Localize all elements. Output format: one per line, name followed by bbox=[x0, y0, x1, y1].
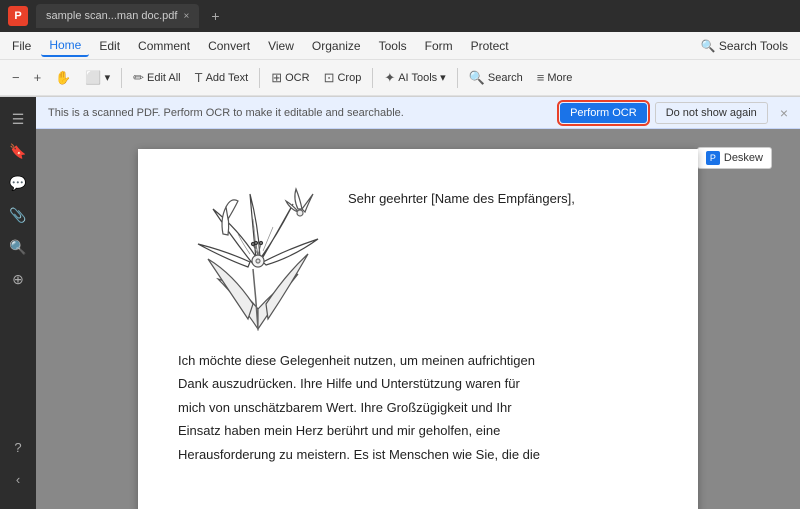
tab-label: sample scan...man doc.pdf bbox=[46, 10, 177, 22]
crop-label: Crop bbox=[337, 72, 361, 84]
hand-tool-button[interactable]: ✋ bbox=[49, 67, 77, 89]
ocr-icon: ⊞ bbox=[271, 70, 282, 86]
main-area: ☰ 🔖 💬 📎 🔍 ⊕ ? ‹ This is a scanned PDF. P… bbox=[0, 97, 800, 509]
sidebar-icon-collapse[interactable]: ‹ bbox=[4, 465, 32, 493]
sidebar-icon-attachment[interactable]: 📎 bbox=[4, 201, 32, 229]
sidebar-icon-search[interactable]: 🔍 bbox=[4, 233, 32, 261]
edit-all-button[interactable]: ✏ Edit All bbox=[127, 67, 187, 89]
ai-tools-label: AI Tools bbox=[398, 72, 437, 84]
ocr-button[interactable]: ⊞ OCR bbox=[265, 67, 315, 89]
menu-protect[interactable]: Protect bbox=[463, 36, 517, 56]
perform-ocr-button[interactable]: Perform OCR bbox=[560, 103, 647, 123]
menu-search-tools[interactable]: 🔍 Search Tools bbox=[693, 36, 796, 56]
ocr-notification-bar: This is a scanned PDF. Perform OCR to ma… bbox=[36, 97, 800, 129]
deskew-label: Deskew bbox=[724, 152, 763, 164]
actionbar: − + ✋ ⬜ ▾ ✏ Edit All T Add Text ⊞ OCR ⊡ … bbox=[0, 60, 800, 96]
left-sidebar: ☰ 🔖 💬 📎 🔍 ⊕ ? ‹ bbox=[0, 97, 36, 509]
menu-edit[interactable]: Edit bbox=[91, 36, 128, 56]
document-view[interactable]: P Deskew bbox=[36, 129, 800, 509]
more-icon: ≡ bbox=[537, 70, 545, 85]
new-tab-button[interactable]: + bbox=[211, 8, 219, 24]
sidebar-icon-bookmark[interactable]: 🔖 bbox=[4, 137, 32, 165]
menu-home[interactable]: Home bbox=[41, 35, 89, 57]
sidebar-icon-menu[interactable]: ☰ bbox=[4, 105, 32, 133]
para-1-line1: Ich möchte diese Gelegenheit nutzen, um … bbox=[178, 353, 535, 368]
browser-tab[interactable]: sample scan...man doc.pdf × bbox=[36, 4, 199, 28]
more-label: More bbox=[547, 72, 572, 84]
text-icon: T bbox=[195, 70, 203, 85]
zoom-in-button[interactable]: + bbox=[28, 67, 48, 88]
ai-icon: ✦ bbox=[384, 70, 395, 86]
tab-close-button[interactable]: × bbox=[183, 11, 189, 22]
sidebar-icon-help[interactable]: ? bbox=[4, 433, 32, 461]
flower-illustration bbox=[178, 179, 338, 339]
sidebar-icon-comment[interactable]: 💬 bbox=[4, 169, 32, 197]
menu-organize[interactable]: Organize bbox=[304, 36, 369, 56]
separator-3 bbox=[372, 68, 373, 88]
ocr-message: This is a scanned PDF. Perform OCR to ma… bbox=[48, 107, 552, 119]
edit-icon: ✏ bbox=[133, 70, 144, 86]
para-1-line5: Herausforderung zu meistern. Es ist Mens… bbox=[178, 447, 540, 462]
more-button[interactable]: ≡ More bbox=[531, 67, 579, 88]
menu-view[interactable]: View bbox=[260, 36, 302, 56]
menu-convert[interactable]: Convert bbox=[200, 36, 258, 56]
add-text-label: Add Text bbox=[206, 72, 249, 84]
edit-all-label: Edit All bbox=[147, 72, 181, 84]
para-1-line2: Dank auszudrücken. Ihre Hilfe und Unters… bbox=[178, 376, 520, 391]
menu-comment[interactable]: Comment bbox=[130, 36, 198, 56]
sidebar-icon-layers[interactable]: ⊕ bbox=[4, 265, 32, 293]
hand-icon: ✋ bbox=[55, 70, 71, 86]
content-area: This is a scanned PDF. Perform OCR to ma… bbox=[36, 97, 800, 509]
ai-tools-button[interactable]: ✦ AI Tools ▾ bbox=[378, 67, 451, 89]
select-icon: ⬜ bbox=[85, 70, 101, 86]
flower-svg bbox=[178, 179, 338, 339]
document-page: Sehr geehrter [Name des Empfängers], Ich… bbox=[138, 149, 698, 509]
toolbar-area: File Home Edit Comment Convert View Orga… bbox=[0, 32, 800, 97]
separator-1 bbox=[121, 68, 122, 88]
menu-file[interactable]: File bbox=[4, 36, 39, 56]
ai-dropdown-icon: ▾ bbox=[440, 71, 446, 84]
search-label: Search bbox=[488, 72, 523, 84]
ocr-label: OCR bbox=[285, 72, 309, 84]
menu-tools[interactable]: Tools bbox=[371, 36, 415, 56]
app-logo: P bbox=[8, 6, 28, 26]
crop-button[interactable]: ⊡ Crop bbox=[318, 67, 368, 89]
sidebar-bottom: ? ‹ bbox=[4, 433, 32, 501]
menu-form[interactable]: Form bbox=[417, 36, 461, 56]
dismiss-ocr-button[interactable]: Do not show again bbox=[655, 102, 768, 124]
add-text-button[interactable]: T Add Text bbox=[189, 67, 255, 88]
para-1-line3: mich von unschätzbarem Wert. Ihre Großzü… bbox=[178, 400, 512, 415]
search-button[interactable]: 🔍 Search bbox=[463, 67, 529, 89]
separator-2 bbox=[259, 68, 260, 88]
select-tool-button[interactable]: ⬜ ▾ bbox=[79, 67, 116, 89]
crop-icon: ⊡ bbox=[324, 70, 335, 86]
titlebar: P sample scan...man doc.pdf × + bbox=[0, 0, 800, 32]
deskew-button[interactable]: P Deskew bbox=[697, 147, 772, 169]
select-dropdown-icon: ▾ bbox=[105, 71, 111, 84]
zoom-out-button[interactable]: − bbox=[6, 67, 26, 88]
zoom-out-icon: − bbox=[12, 70, 20, 85]
menubar: File Home Edit Comment Convert View Orga… bbox=[0, 32, 800, 60]
zoom-in-icon: + bbox=[34, 70, 42, 85]
deskew-icon: P bbox=[706, 151, 720, 165]
paragraph-1: Ich möchte diese Gelegenheit nutzen, um … bbox=[178, 349, 658, 466]
search-icon: 🔍 bbox=[469, 70, 485, 86]
separator-4 bbox=[457, 68, 458, 88]
para-1-line4: Einsatz haben mein Herz berührt und mir … bbox=[178, 423, 500, 438]
ocr-close-button[interactable]: × bbox=[780, 105, 788, 121]
